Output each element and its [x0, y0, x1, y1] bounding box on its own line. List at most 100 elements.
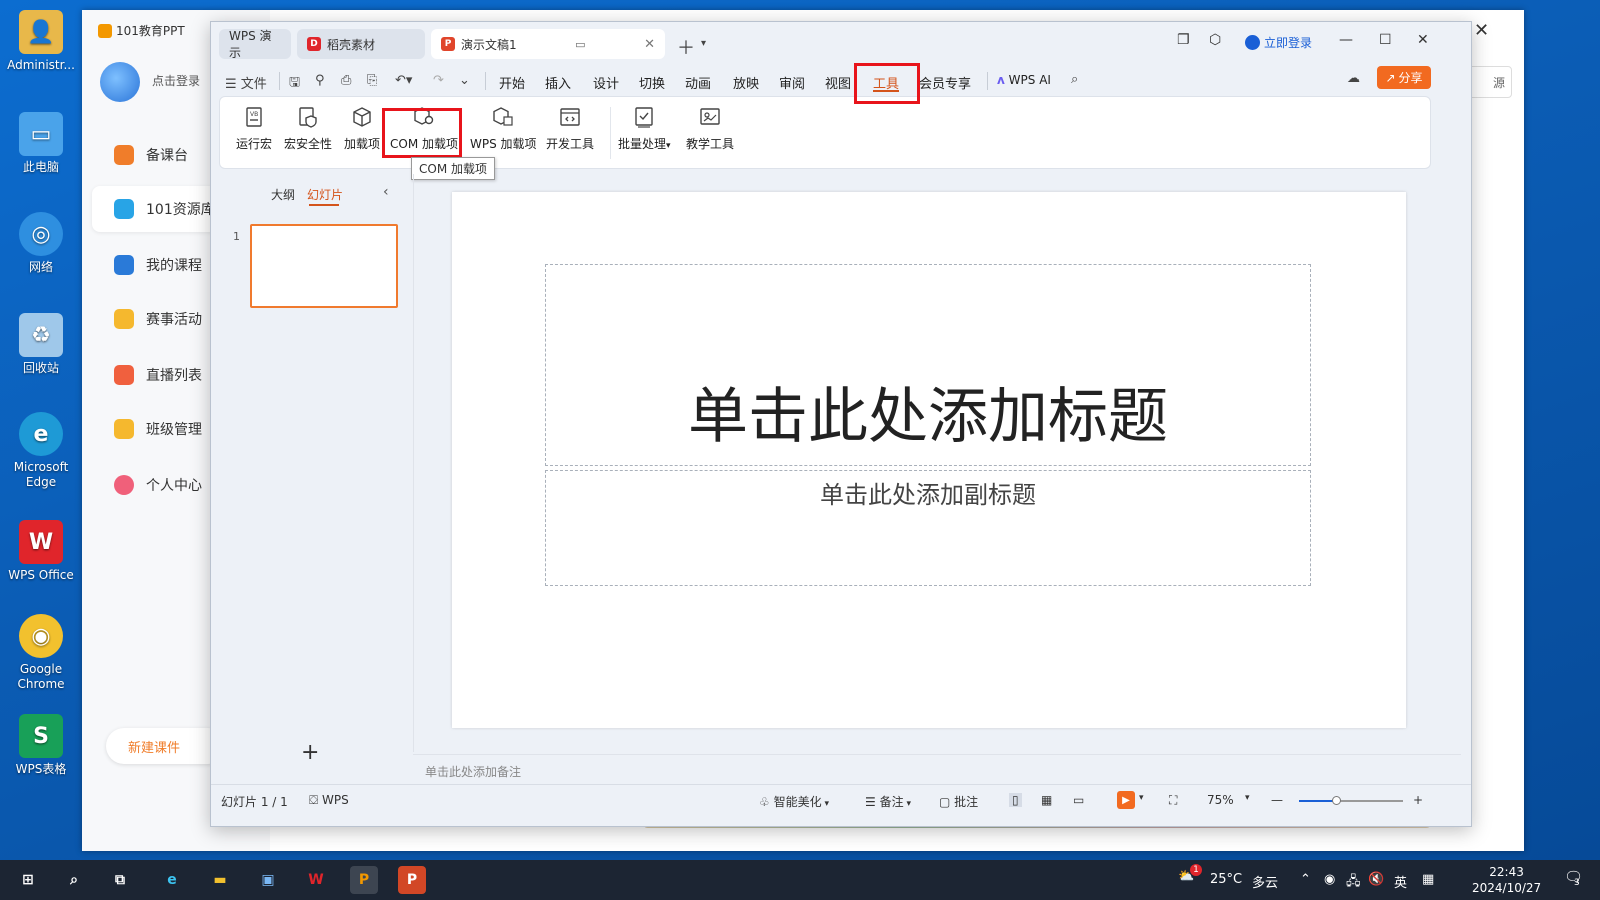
- reading-view-icon[interactable]: ▭: [1073, 793, 1084, 807]
- smart-beautify-button[interactable]: ♧ 智能美化 ▾: [759, 793, 829, 810]
- more-chevron-icon[interactable]: ⌄: [459, 73, 470, 88]
- tab-transition[interactable]: 切换: [639, 73, 665, 92]
- record-icon[interactable]: ◉: [1324, 872, 1335, 887]
- fit-window-icon[interactable]: ⛶: [1169, 793, 1177, 808]
- volume-muted-icon[interactable]: 🔇: [1368, 872, 1384, 887]
- ime-grid-icon[interactable]: ▦: [1422, 872, 1434, 887]
- monitor-icon[interactable]: ▭: [575, 38, 585, 51]
- tab-view[interactable]: 视图: [825, 73, 851, 92]
- slide-canvas-area: 单击此处添加标题 单击此处添加副标题: [413, 174, 1461, 752]
- tab-animation[interactable]: 动画: [685, 73, 711, 92]
- wps-status-button[interactable]: ⛋ WPS: [309, 793, 349, 808]
- run-macro-button[interactable]: VB 运行宏: [236, 105, 272, 152]
- subtitle-placeholder[interactable]: 单击此处添加副标题: [545, 470, 1311, 586]
- app101-close-icon[interactable]: ✕: [1474, 20, 1489, 41]
- format-painter-icon[interactable]: ⚲: [315, 73, 325, 88]
- desktop-icon-wps-office[interactable]: W WPS Office: [4, 520, 78, 583]
- tab-slides[interactable]: 幻灯片: [307, 186, 343, 203]
- tab-presentation-doc[interactable]: P 演示文稿1 ▭ ✕: [431, 29, 665, 59]
- zoom-in-icon[interactable]: +: [1413, 793, 1423, 807]
- tab-start[interactable]: 开始: [499, 73, 525, 92]
- comments-button[interactable]: ▢ 批注: [939, 793, 978, 810]
- tab-daoke-materials[interactable]: D 稻壳素材: [297, 29, 425, 59]
- normal-view-icon[interactable]: ▯: [1009, 793, 1022, 807]
- wps-office-taskbar-icon[interactable]: W: [302, 866, 330, 894]
- tab-member[interactable]: 会员专享: [919, 73, 971, 92]
- window-tile-icon[interactable]: ❐: [1177, 32, 1190, 48]
- clock[interactable]: 22:43 2024/10/27: [1472, 864, 1541, 896]
- wps-ai-button[interactable]: ᴧ WPS AI: [997, 73, 1051, 87]
- developer-tools-button[interactable]: 开发工具: [546, 105, 594, 152]
- new-course-button[interactable]: 新建课件: [106, 728, 226, 764]
- play-slideshow-icon[interactable]: ▶: [1117, 791, 1135, 809]
- task-view-icon[interactable]: ⧉: [106, 866, 134, 894]
- app101-taskbar-icon[interactable]: P: [350, 866, 378, 894]
- slide-canvas[interactable]: 单击此处添加标题 单击此处添加副标题: [452, 192, 1406, 728]
- share-button[interactable]: ↗ 分享: [1377, 66, 1431, 89]
- tab-wps-home[interactable]: WPS 演示: [219, 29, 291, 60]
- desktop-icon-this-pc[interactable]: ▭ 此电脑: [4, 112, 78, 175]
- add-slide-icon[interactable]: +: [301, 740, 319, 765]
- search-icon[interactable]: ⌕: [60, 866, 88, 894]
- notes-pane[interactable]: 单击此处添加备注: [413, 754, 1461, 784]
- desktop-icon-edge[interactable]: e Microsoft Edge: [4, 412, 78, 490]
- zoom-out-icon[interactable]: —: [1271, 793, 1283, 807]
- undo-icon[interactable]: ↶▾: [395, 73, 412, 88]
- slide-thumbnail[interactable]: [250, 224, 398, 308]
- search-icon[interactable]: ⌕: [1071, 72, 1078, 87]
- cloud-upload-icon[interactable]: ☁: [1347, 71, 1360, 86]
- file-explorer-icon[interactable]: ▬: [206, 866, 234, 894]
- app101-resource-button[interactable]: 源: [1466, 66, 1512, 98]
- tab-design[interactable]: 设计: [593, 73, 619, 92]
- edge-icon[interactable]: e: [158, 866, 186, 894]
- wps-presentation-taskbar-icon[interactable]: P: [398, 866, 426, 894]
- windows-start-icon[interactable]: ⊞: [14, 866, 42, 894]
- desktop-icon-chrome[interactable]: ◉ Google Chrome: [4, 614, 78, 692]
- batch-process-button[interactable]: 批量处理▾: [618, 105, 671, 152]
- wps-sheet-icon: S: [19, 714, 63, 758]
- title-placeholder[interactable]: 单击此处添加标题: [545, 264, 1311, 466]
- class-icon: [114, 419, 134, 439]
- chevron-down-icon[interactable]: ▾: [701, 38, 706, 49]
- tab-outline[interactable]: 大纲: [271, 186, 295, 203]
- desktop-icon-wps-sheet[interactable]: S WPS表格: [4, 714, 78, 777]
- zoom-dropdown-chevron-icon[interactable]: ▾: [1245, 793, 1250, 803]
- maximize-icon[interactable]: ☐: [1379, 32, 1392, 48]
- ime-indicator[interactable]: 英: [1394, 872, 1407, 891]
- tab-slideshow[interactable]: 放映: [733, 73, 759, 92]
- save-icon[interactable]: 🖫: [289, 73, 300, 95]
- tab-review[interactable]: 审阅: [779, 73, 805, 92]
- tab-insert[interactable]: 插入: [545, 73, 571, 92]
- macro-security-button[interactable]: 宏安全性: [284, 105, 332, 152]
- play-options-chevron-icon[interactable]: ▾: [1139, 793, 1144, 803]
- new-tab-plus-icon[interactable]: ＋: [677, 34, 695, 60]
- file-menu[interactable]: ☰ 文件: [225, 73, 267, 92]
- weather-desc[interactable]: 多云: [1252, 872, 1278, 891]
- zoom-slider-handle[interactable]: [1332, 796, 1341, 805]
- cube-icon[interactable]: ⬡: [1209, 32, 1221, 48]
- wps-addins-button[interactable]: WPS 加载项: [470, 105, 537, 152]
- addins-button[interactable]: 加载项: [344, 105, 380, 152]
- chevron-up-icon[interactable]: ⌃: [1300, 872, 1311, 887]
- desktop-icon-administrator[interactable]: 👤 Administr...: [4, 10, 78, 73]
- weather-temp[interactable]: 25°C: [1210, 872, 1242, 887]
- close-window-icon[interactable]: ✕: [1417, 32, 1429, 48]
- network-icon[interactable]: 🖧: [1346, 872, 1361, 894]
- collapse-panel-icon[interactable]: ‹: [383, 184, 389, 200]
- grid-view-icon[interactable]: ▦: [1041, 793, 1052, 807]
- ribbon-label: 加载项: [344, 137, 381, 151]
- login-button[interactable]: 立即登录: [1245, 34, 1312, 51]
- redo-icon[interactable]: ↷: [433, 73, 444, 88]
- desktop-icon-network[interactable]: ◎ 网络: [4, 212, 78, 275]
- store-icon[interactable]: ▣: [254, 866, 282, 894]
- teaching-tools-button[interactable]: 教学工具: [686, 105, 734, 152]
- app101-login-link[interactable]: 点击登录: [152, 72, 200, 89]
- desktop-icon-recycle-bin[interactable]: ♻ 回收站: [4, 313, 78, 376]
- avatar[interactable]: [100, 62, 140, 102]
- print-icon[interactable]: ⎙: [341, 73, 351, 88]
- print-preview-icon[interactable]: ⎘: [367, 73, 377, 88]
- close-tab-icon[interactable]: ✕: [644, 37, 655, 52]
- minimize-icon[interactable]: —: [1339, 32, 1353, 48]
- notes-toggle-button[interactable]: ☰ 备注 ▾: [865, 793, 911, 810]
- zoom-level[interactable]: 75%: [1207, 793, 1234, 807]
